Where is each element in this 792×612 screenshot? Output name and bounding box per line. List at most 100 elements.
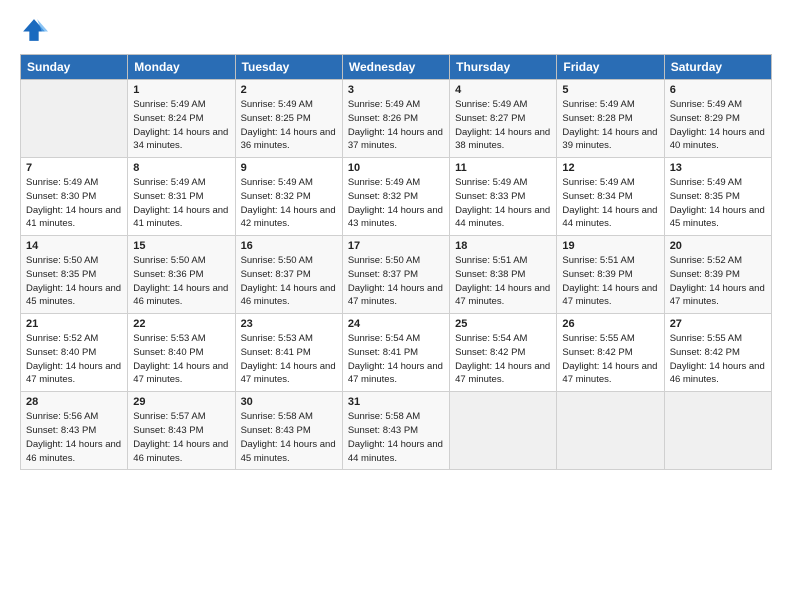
sunrise-text: Sunrise: 5:49 AM bbox=[562, 99, 634, 110]
calendar-cell bbox=[21, 80, 128, 158]
daylight-text: Daylight: 14 hours and 41 minutes. bbox=[26, 205, 121, 230]
daylight-text: Daylight: 14 hours and 47 minutes. bbox=[241, 361, 336, 386]
cell-info: Sunrise: 5:55 AM Sunset: 8:42 PM Dayligh… bbox=[670, 332, 766, 387]
daylight-text: Daylight: 14 hours and 44 minutes. bbox=[455, 205, 550, 230]
daylight-text: Daylight: 14 hours and 41 minutes. bbox=[133, 205, 228, 230]
calendar-cell bbox=[664, 392, 771, 470]
sunset-text: Sunset: 8:42 PM bbox=[670, 347, 740, 358]
day-number: 1 bbox=[133, 84, 229, 96]
sunset-text: Sunset: 8:35 PM bbox=[670, 191, 740, 202]
day-number: 22 bbox=[133, 318, 229, 330]
calendar-cell: 13 Sunrise: 5:49 AM Sunset: 8:35 PM Dayl… bbox=[664, 158, 771, 236]
calendar-cell: 1 Sunrise: 5:49 AM Sunset: 8:24 PM Dayli… bbox=[128, 80, 235, 158]
cell-info: Sunrise: 5:51 AM Sunset: 8:38 PM Dayligh… bbox=[455, 254, 551, 309]
cell-info: Sunrise: 5:52 AM Sunset: 8:39 PM Dayligh… bbox=[670, 254, 766, 309]
sunset-text: Sunset: 8:42 PM bbox=[562, 347, 632, 358]
sunrise-text: Sunrise: 5:49 AM bbox=[562, 177, 634, 188]
sunset-text: Sunset: 8:41 PM bbox=[241, 347, 311, 358]
weekday-header-saturday: Saturday bbox=[664, 55, 771, 80]
sunrise-text: Sunrise: 5:52 AM bbox=[670, 255, 742, 266]
cell-info: Sunrise: 5:56 AM Sunset: 8:43 PM Dayligh… bbox=[26, 410, 122, 465]
cell-info: Sunrise: 5:52 AM Sunset: 8:40 PM Dayligh… bbox=[26, 332, 122, 387]
calendar-cell bbox=[557, 392, 664, 470]
sunrise-text: Sunrise: 5:50 AM bbox=[26, 255, 98, 266]
sunrise-text: Sunrise: 5:49 AM bbox=[26, 177, 98, 188]
sunrise-text: Sunrise: 5:55 AM bbox=[670, 333, 742, 344]
day-number: 3 bbox=[348, 84, 444, 96]
weekday-header-friday: Friday bbox=[557, 55, 664, 80]
day-number: 16 bbox=[241, 240, 337, 252]
sunset-text: Sunset: 8:43 PM bbox=[348, 425, 418, 436]
calendar-cell: 24 Sunrise: 5:54 AM Sunset: 8:41 PM Dayl… bbox=[342, 314, 449, 392]
header bbox=[20, 16, 772, 44]
sunrise-text: Sunrise: 5:50 AM bbox=[241, 255, 313, 266]
cell-info: Sunrise: 5:55 AM Sunset: 8:42 PM Dayligh… bbox=[562, 332, 658, 387]
sunrise-text: Sunrise: 5:49 AM bbox=[455, 99, 527, 110]
calendar-cell: 16 Sunrise: 5:50 AM Sunset: 8:37 PM Dayl… bbox=[235, 236, 342, 314]
cell-info: Sunrise: 5:49 AM Sunset: 8:24 PM Dayligh… bbox=[133, 98, 229, 153]
calendar-cell: 10 Sunrise: 5:49 AM Sunset: 8:32 PM Dayl… bbox=[342, 158, 449, 236]
calendar-cell: 20 Sunrise: 5:52 AM Sunset: 8:39 PM Dayl… bbox=[664, 236, 771, 314]
sunrise-text: Sunrise: 5:55 AM bbox=[562, 333, 634, 344]
daylight-text: Daylight: 14 hours and 46 minutes. bbox=[26, 439, 121, 464]
sunset-text: Sunset: 8:25 PM bbox=[241, 113, 311, 124]
calendar-cell: 3 Sunrise: 5:49 AM Sunset: 8:26 PM Dayli… bbox=[342, 80, 449, 158]
sunrise-text: Sunrise: 5:56 AM bbox=[26, 411, 98, 422]
calendar-cell: 5 Sunrise: 5:49 AM Sunset: 8:28 PM Dayli… bbox=[557, 80, 664, 158]
cell-info: Sunrise: 5:50 AM Sunset: 8:36 PM Dayligh… bbox=[133, 254, 229, 309]
day-number: 9 bbox=[241, 162, 337, 174]
sunrise-text: Sunrise: 5:49 AM bbox=[455, 177, 527, 188]
daylight-text: Daylight: 14 hours and 47 minutes. bbox=[348, 283, 443, 308]
calendar-cell: 30 Sunrise: 5:58 AM Sunset: 8:43 PM Dayl… bbox=[235, 392, 342, 470]
sunrise-text: Sunrise: 5:52 AM bbox=[26, 333, 98, 344]
sunset-text: Sunset: 8:39 PM bbox=[562, 269, 632, 280]
sunrise-text: Sunrise: 5:57 AM bbox=[133, 411, 205, 422]
day-number: 21 bbox=[26, 318, 122, 330]
sunset-text: Sunset: 8:28 PM bbox=[562, 113, 632, 124]
sunset-text: Sunset: 8:32 PM bbox=[241, 191, 311, 202]
cell-info: Sunrise: 5:50 AM Sunset: 8:35 PM Dayligh… bbox=[26, 254, 122, 309]
day-number: 18 bbox=[455, 240, 551, 252]
sunrise-text: Sunrise: 5:49 AM bbox=[241, 99, 313, 110]
sunrise-text: Sunrise: 5:54 AM bbox=[348, 333, 420, 344]
calendar-cell: 19 Sunrise: 5:51 AM Sunset: 8:39 PM Dayl… bbox=[557, 236, 664, 314]
cell-info: Sunrise: 5:49 AM Sunset: 8:28 PM Dayligh… bbox=[562, 98, 658, 153]
week-row-5: 28 Sunrise: 5:56 AM Sunset: 8:43 PM Dayl… bbox=[21, 392, 772, 470]
day-number: 12 bbox=[562, 162, 658, 174]
daylight-text: Daylight: 14 hours and 40 minutes. bbox=[670, 127, 765, 152]
sunset-text: Sunset: 8:39 PM bbox=[670, 269, 740, 280]
sunset-text: Sunset: 8:30 PM bbox=[26, 191, 96, 202]
day-number: 25 bbox=[455, 318, 551, 330]
calendar-cell: 25 Sunrise: 5:54 AM Sunset: 8:42 PM Dayl… bbox=[450, 314, 557, 392]
cell-info: Sunrise: 5:49 AM Sunset: 8:31 PM Dayligh… bbox=[133, 176, 229, 231]
cell-info: Sunrise: 5:49 AM Sunset: 8:35 PM Dayligh… bbox=[670, 176, 766, 231]
sunset-text: Sunset: 8:29 PM bbox=[670, 113, 740, 124]
sunrise-text: Sunrise: 5:49 AM bbox=[670, 177, 742, 188]
sunset-text: Sunset: 8:35 PM bbox=[26, 269, 96, 280]
sunrise-text: Sunrise: 5:54 AM bbox=[455, 333, 527, 344]
sunset-text: Sunset: 8:31 PM bbox=[133, 191, 203, 202]
week-row-4: 21 Sunrise: 5:52 AM Sunset: 8:40 PM Dayl… bbox=[21, 314, 772, 392]
cell-info: Sunrise: 5:53 AM Sunset: 8:40 PM Dayligh… bbox=[133, 332, 229, 387]
calendar-table: SundayMondayTuesdayWednesdayThursdayFrid… bbox=[20, 54, 772, 470]
calendar-cell: 7 Sunrise: 5:49 AM Sunset: 8:30 PM Dayli… bbox=[21, 158, 128, 236]
cell-info: Sunrise: 5:49 AM Sunset: 8:32 PM Dayligh… bbox=[348, 176, 444, 231]
calendar-cell: 17 Sunrise: 5:50 AM Sunset: 8:37 PM Dayl… bbox=[342, 236, 449, 314]
daylight-text: Daylight: 14 hours and 34 minutes. bbox=[133, 127, 228, 152]
calendar-cell: 2 Sunrise: 5:49 AM Sunset: 8:25 PM Dayli… bbox=[235, 80, 342, 158]
day-number: 14 bbox=[26, 240, 122, 252]
sunrise-text: Sunrise: 5:58 AM bbox=[241, 411, 313, 422]
day-number: 15 bbox=[133, 240, 229, 252]
calendar-cell: 14 Sunrise: 5:50 AM Sunset: 8:35 PM Dayl… bbox=[21, 236, 128, 314]
cell-info: Sunrise: 5:49 AM Sunset: 8:32 PM Dayligh… bbox=[241, 176, 337, 231]
day-number: 28 bbox=[26, 396, 122, 408]
calendar-cell: 15 Sunrise: 5:50 AM Sunset: 8:36 PM Dayl… bbox=[128, 236, 235, 314]
daylight-text: Daylight: 14 hours and 47 minutes. bbox=[455, 283, 550, 308]
sunset-text: Sunset: 8:27 PM bbox=[455, 113, 525, 124]
logo bbox=[20, 16, 52, 44]
cell-info: Sunrise: 5:58 AM Sunset: 8:43 PM Dayligh… bbox=[348, 410, 444, 465]
daylight-text: Daylight: 14 hours and 47 minutes. bbox=[562, 283, 657, 308]
calendar-cell: 21 Sunrise: 5:52 AM Sunset: 8:40 PM Dayl… bbox=[21, 314, 128, 392]
calendar-cell: 26 Sunrise: 5:55 AM Sunset: 8:42 PM Dayl… bbox=[557, 314, 664, 392]
day-number: 17 bbox=[348, 240, 444, 252]
